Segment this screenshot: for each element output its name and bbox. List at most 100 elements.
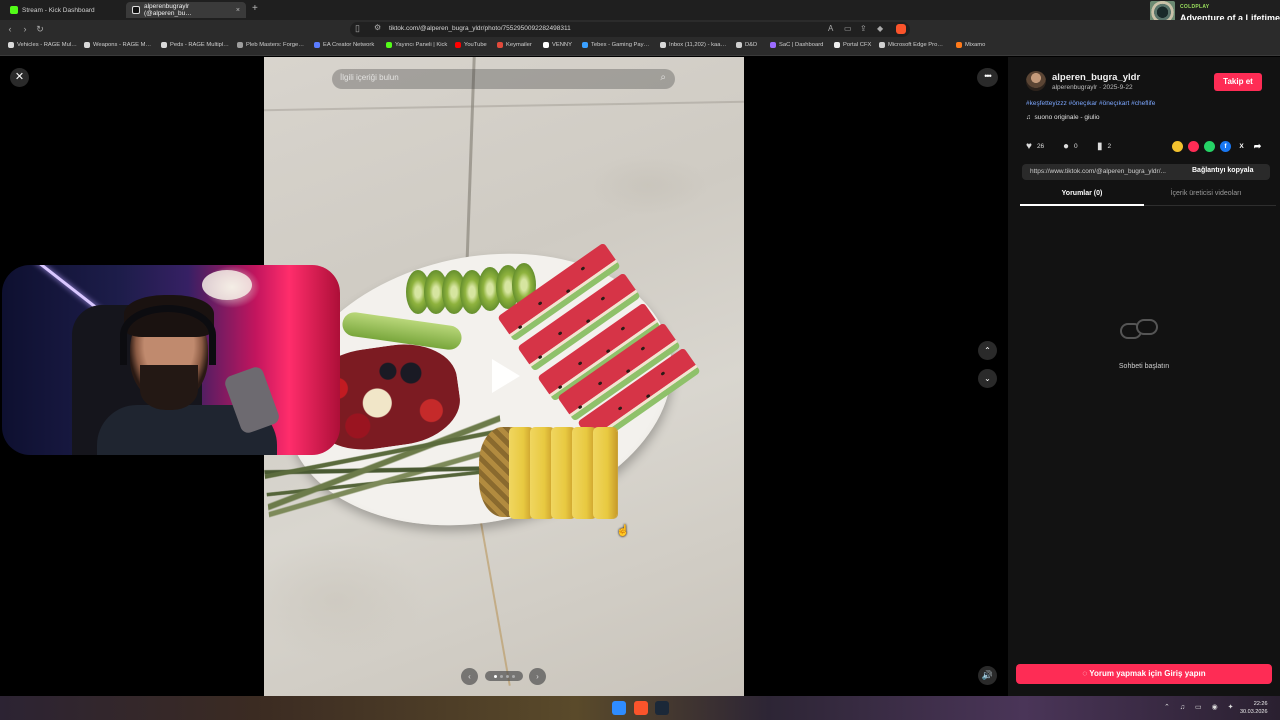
bookmark-item[interactable]: YouTube <box>455 42 487 48</box>
share-facebook-icon[interactable]: f <box>1220 141 1231 152</box>
chat-bubbles-icon <box>1118 319 1168 349</box>
share-link[interactable]: https://www.tiktok.com/@alperen_bugra_yl… <box>1030 168 1188 175</box>
comment-icon: ● <box>1063 141 1070 152</box>
reload-button[interactable]: ↻ <box>34 23 46 35</box>
like-button[interactable]: ♥ 26 <box>1026 141 1044 152</box>
photo-pager: ‹ › <box>461 667 547 685</box>
volume-button[interactable]: 🔊 <box>978 666 997 685</box>
tab-title: alperenbugraylr (@alperen_bu… <box>144 3 192 17</box>
shield-icon[interactable]: ◆ <box>877 24 883 33</box>
translate-icon[interactable]: A <box>828 24 833 33</box>
follow-button[interactable]: Takip et <box>1214 73 1262 91</box>
bookmark-favicon-icon <box>834 42 840 48</box>
author-handle-date: alperenbugraylr · 2025-9-22 <box>1052 84 1133 91</box>
pager-dot[interactable] <box>493 674 497 678</box>
bookmark-favicon-icon <box>455 42 461 48</box>
tab-tiktok-active[interactable]: alperenbugraylr (@alperen_bu… × <box>126 2 246 18</box>
bookmark-item[interactable]: Keymailer <box>497 42 532 48</box>
bookmark-favicon-icon <box>956 42 962 48</box>
music-line[interactable]: ♫ suono originale - giulio <box>1026 114 1100 121</box>
login-to-comment-button[interactable]: ◌ Yorum yapmak için Giriş yapın <box>1016 664 1272 684</box>
tiktok-icon <box>132 6 140 14</box>
bookmark-item[interactable]: Inbox (11,202) - kaa… <box>660 42 726 48</box>
pager-dot[interactable] <box>499 674 503 678</box>
comment-button[interactable]: ● 0 <box>1063 141 1078 152</box>
active-tab-indicator <box>1020 204 1144 206</box>
previous-photo-button[interactable]: ‹ <box>461 668 478 685</box>
clock[interactable]: 22:26 30.03.2026 <box>1240 700 1268 716</box>
browser-tab-bar: Stream - Kick Dashboard alperenbugraylr … <box>0 0 1280 20</box>
bookmark-item[interactable]: Vehicles - RAGE Mul… <box>8 42 77 48</box>
more-options-button[interactable]: ••• <box>977 68 998 87</box>
next-photo-button[interactable]: › <box>529 668 546 685</box>
omnibox[interactable]: ▯ ⚙ tiktok.com/@alperen_bugra_yldr/photo… <box>350 22 910 37</box>
bookmark-favicon-icon <box>543 42 549 48</box>
bookmark-favicon-icon <box>736 42 742 48</box>
pager-dot[interactable] <box>511 674 515 678</box>
tab-creator-videos[interactable]: İçerik üreticisi videoları <box>1144 190 1268 197</box>
hashtags[interactable]: #keşfetteyizzz #öneçıkar #öneçıkart #che… <box>1026 100 1155 107</box>
bookmark-label: EA Creator Network <box>323 42 375 48</box>
pager-dots <box>485 671 523 681</box>
new-tab-button[interactable]: + <box>252 3 258 14</box>
brave-taskbar-icon[interactable] <box>634 701 648 715</box>
play-icon[interactable] <box>492 359 520 393</box>
save-button[interactable]: ▮ 2 <box>1097 141 1111 152</box>
close-viewer-button[interactable]: ✕ <box>10 68 29 87</box>
author-name[interactable]: alperen_bugra_yldr <box>1052 72 1140 83</box>
bookmark-item[interactable]: Yayıncı Paneli | Kick <box>386 42 447 48</box>
copy-link-button[interactable]: Bağlantıyı kopyala <box>1192 167 1253 174</box>
reader-icon[interactable]: ▭ <box>844 24 852 33</box>
site-info-icon[interactable]: ⚙ <box>374 23 381 32</box>
bookmark-icon[interactable]: ▯ <box>355 23 360 34</box>
previous-post-button[interactable]: ⌃ <box>978 341 997 360</box>
bookmark-item[interactable]: Mixamo <box>956 42 985 48</box>
bookmark-item[interactable]: Peds - RAGE Multipl… <box>161 42 229 48</box>
bookmark-favicon-icon <box>84 42 90 48</box>
bookmark-item[interactable]: Portal CFX <box>834 42 871 48</box>
bookmark-item[interactable]: Pleb Masters: Forge… <box>237 42 304 48</box>
bookmark-item[interactable]: Tebex - Gaming Pay… <box>582 42 649 48</box>
bookmark-favicon-icon <box>386 42 392 48</box>
bookmark-item[interactable]: Weapons - RAGE M… <box>84 42 151 48</box>
close-tab-icon[interactable]: × <box>236 7 240 14</box>
next-post-button[interactable]: ⌄ <box>978 369 997 388</box>
bookmark-favicon-icon <box>770 42 776 48</box>
forward-button[interactable]: › <box>19 23 31 35</box>
screen: Stream - Kick Dashboard alperenbugraylr … <box>0 0 1280 720</box>
bookmark-label: D&D <box>745 42 758 48</box>
bookmark-item[interactable]: VENNY <box>543 42 572 48</box>
now-playing-artist: COLDPLAY <box>1180 4 1210 10</box>
related-search-input[interactable]: İlgili içeriği bulun ⌕ <box>332 69 675 89</box>
pager-dot[interactable] <box>505 674 509 678</box>
bookmark-label: Mixamo <box>965 42 986 48</box>
back-button[interactable]: ‹ <box>4 23 16 35</box>
bookmark-item[interactable]: D&D <box>736 42 757 48</box>
tab-kick-dashboard[interactable]: Stream - Kick Dashboard <box>4 2 122 18</box>
bookmark-item[interactable]: Microsoft Edge Pro… <box>879 42 943 48</box>
bookmark-label: Vehicles - RAGE Mul… <box>17 42 77 48</box>
share-tiktok-icon[interactable] <box>1188 141 1199 152</box>
share-x-icon[interactable]: X <box>1236 141 1247 152</box>
share-whatsapp-icon[interactable] <box>1204 141 1215 152</box>
bookmark-item[interactable]: SaC | Dashboard <box>770 42 823 48</box>
bookmark-label: Portal CFX <box>843 42 872 48</box>
url-text[interactable]: tiktok.com/@alperen_bugra_yldr/photo/755… <box>389 25 571 32</box>
brave-icon[interactable] <box>896 24 906 34</box>
system-tray[interactable]: ⌃ ♫ ▭ ◉ ✦ <box>1164 703 1237 711</box>
share-page-icon[interactable]: ⇪ <box>860 24 867 33</box>
bookmark-favicon-icon <box>314 42 320 48</box>
start-icon[interactable] <box>612 701 626 715</box>
search-icon[interactable]: ⌕ <box>660 72 666 83</box>
share-more-icon[interactable]: ➦ <box>1252 141 1263 152</box>
headset <box>120 305 216 365</box>
clock-date: 30.03.2026 <box>1240 709 1268 715</box>
steam-icon[interactable] <box>655 701 669 715</box>
details-panel: alperen_bugra_yldr alperenbugraylr · 202… <box>1008 57 1280 696</box>
share-snapchat-icon[interactable] <box>1172 141 1183 152</box>
avatar[interactable] <box>1026 71 1046 91</box>
bookmark-item[interactable]: EA Creator Network <box>314 42 374 48</box>
tab-comments[interactable]: Yorumlar (0) <box>1020 190 1144 197</box>
action-row: ♥ 26 ● 0 ▮ 2 f X ➦ <box>1026 141 1266 153</box>
like-count: 26 <box>1036 143 1045 150</box>
